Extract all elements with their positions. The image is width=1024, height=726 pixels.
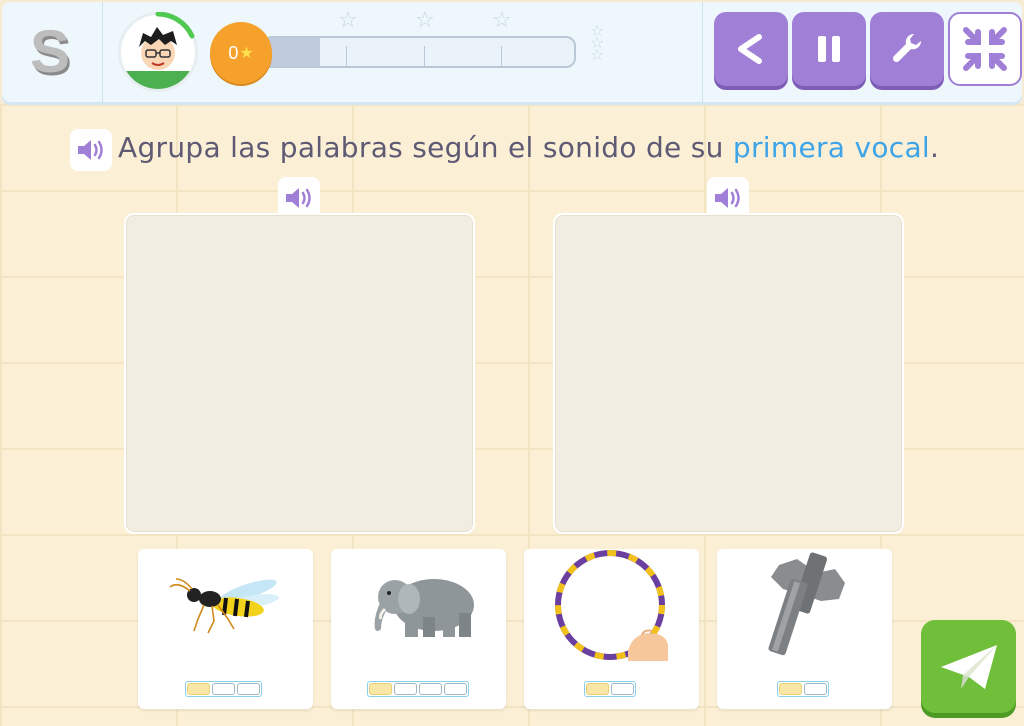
word-card-elephant[interactable]	[331, 549, 506, 709]
pause-button[interactable]	[792, 12, 866, 86]
hoop-icon	[555, 550, 668, 661]
submit-button[interactable]	[921, 620, 1016, 713]
exit-fullscreen-icon	[963, 27, 1007, 71]
wasp-icon	[169, 578, 279, 634]
divider	[102, 2, 103, 102]
pause-icon	[818, 36, 840, 62]
elephant-icon	[374, 579, 474, 637]
divider	[702, 2, 703, 102]
syllable-indicator	[777, 681, 829, 697]
exit-fullscreen-button[interactable]	[948, 12, 1022, 86]
wrench-icon	[892, 33, 922, 63]
instruction-text-end: .	[930, 131, 940, 164]
avatar-progress-ring	[155, 12, 195, 39]
speaker-icon	[78, 140, 103, 160]
final-stars-icon: ☆ ☆ ☆	[590, 21, 605, 64]
word-card-hoop[interactable]	[524, 549, 699, 709]
star-icon: ★	[239, 45, 254, 62]
axle-icon	[768, 552, 845, 656]
milestone-star-icon: ☆	[415, 8, 435, 33]
score-badge: 0 ★	[210, 22, 272, 84]
instruction-highlight: primera vocal	[732, 131, 930, 164]
progress-tick	[501, 46, 502, 66]
speaker-icon	[286, 188, 311, 208]
drop-zone-group-1[interactable]	[124, 213, 475, 534]
word-card-wasp[interactable]	[138, 549, 313, 709]
syllable-indicator	[584, 681, 636, 697]
score-value: 0	[228, 42, 239, 63]
back-button[interactable]	[714, 12, 788, 86]
settings-button[interactable]	[870, 12, 944, 86]
instruction-audio-button[interactable]	[70, 129, 112, 171]
milestone-star-icon: ☆	[338, 8, 358, 33]
progress-bar	[262, 36, 576, 68]
word-card-axle[interactable]	[717, 549, 892, 709]
app-logo: S	[29, 18, 71, 85]
drop-zone-group-2[interactable]	[553, 213, 904, 534]
milestone-star-icon: ☆	[492, 8, 512, 33]
back-arrow-icon	[738, 34, 762, 64]
instruction-text: Agrupa las palabras según el sonido de s…	[118, 130, 939, 166]
progress-tick	[424, 46, 425, 66]
speaker-icon	[715, 188, 740, 208]
instruction-text-start: Agrupa las palabras según el sonido de s…	[118, 131, 733, 164]
progress-tick	[346, 46, 347, 66]
syllable-indicator	[367, 681, 469, 697]
paper-plane-icon	[940, 644, 997, 689]
syllable-indicator	[185, 681, 262, 697]
progress-fill	[264, 38, 320, 66]
